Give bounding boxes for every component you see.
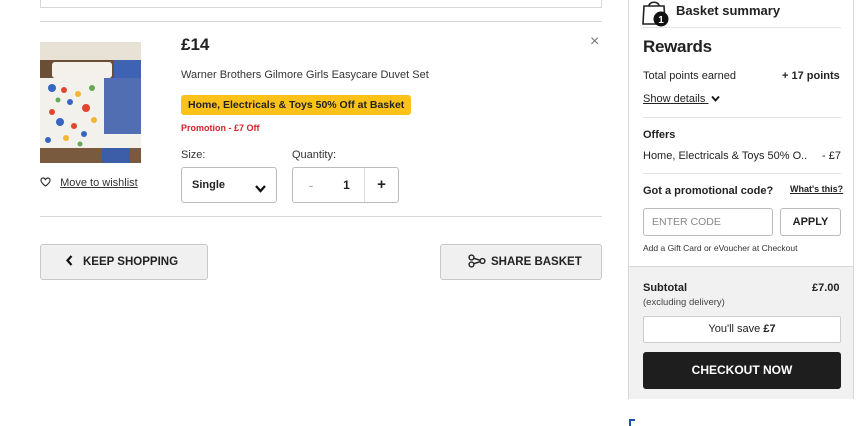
checkout-now-button[interactable]: CHECKOUT NOW xyxy=(643,352,841,389)
subtotal-note: (excluding delivery) xyxy=(643,297,725,308)
show-details-link[interactable]: Show details xyxy=(643,93,721,105)
quantity-label: Quantity: xyxy=(292,149,337,161)
subtotal-label: Subtotal xyxy=(643,282,687,294)
show-details-label: Show details xyxy=(643,93,706,105)
offers-divider xyxy=(643,173,841,174)
share-basket-button[interactable]: SHARE BASKET xyxy=(440,244,602,280)
previous-basket-card xyxy=(40,0,602,8)
promo-code-question: Got a promotional code? xyxy=(643,185,774,197)
item-bottom-divider xyxy=(40,216,602,217)
size-label: Size: xyxy=(181,149,206,161)
heart-icon xyxy=(40,177,54,189)
quantity-stepper: - 1 + xyxy=(292,167,399,203)
apply-button[interactable]: APPLY xyxy=(780,208,841,236)
move-to-wishlist-link[interactable]: Move to wishlist xyxy=(40,177,138,189)
share-basket-label: SHARE BASKET xyxy=(491,256,582,268)
summary-title-divider xyxy=(643,27,841,28)
whats-this-link[interactable]: What's this? xyxy=(790,184,843,194)
basket-bag-icon: 1 xyxy=(641,0,675,33)
chevron-left-icon xyxy=(66,255,73,269)
share-icon xyxy=(468,254,486,271)
promotion-text: Promotion - £7 Off xyxy=(181,123,260,133)
savings-amount: £7 xyxy=(763,323,776,335)
rewards-divider xyxy=(643,117,841,118)
points-value: + 17 points xyxy=(782,70,840,82)
savings-box: You'll save £7 xyxy=(643,316,841,343)
offers-heading: Offers xyxy=(643,129,676,141)
cropped-link-edge xyxy=(629,419,635,426)
remove-item-close-icon[interactable]: × xyxy=(590,33,599,51)
chevron-down-icon xyxy=(708,93,721,105)
offer-value: - £7 xyxy=(822,150,841,162)
product-image[interactable] xyxy=(40,42,141,163)
quantity-increase-button[interactable]: + xyxy=(364,168,398,202)
item-price: £14 xyxy=(181,35,210,54)
quantity-value[interactable]: 1 xyxy=(329,168,364,202)
move-to-wishlist-label: Move to wishlist xyxy=(60,177,138,189)
rewards-heading: Rewards xyxy=(643,37,712,56)
offer-name: Home, Electricals & Toys 50% O... xyxy=(643,150,808,162)
basket-count: 1 xyxy=(658,15,664,26)
points-label: Total points earned xyxy=(643,70,736,82)
gift-card-note: Add a Gift Card or eVoucher at Checkout xyxy=(643,243,798,253)
keep-shopping-button[interactable]: KEEP SHOPPING xyxy=(40,244,208,280)
item-top-divider xyxy=(40,21,602,22)
basket-summary-title: Basket summary xyxy=(676,3,781,18)
product-name[interactable]: Warner Brothers Gilmore Girls Easycare D… xyxy=(181,69,429,81)
size-select[interactable]: Single xyxy=(181,167,277,203)
subtotal-value: £7.00 xyxy=(812,282,840,294)
chevron-down-icon xyxy=(255,180,266,198)
savings-prefix: You'll save xyxy=(708,323,764,335)
promotion-badge: Home, Electricals & Toys 50% Off at Bask… xyxy=(181,95,412,115)
promo-code-input[interactable] xyxy=(643,208,773,236)
size-value: Single xyxy=(192,179,226,191)
quantity-decrease-button[interactable]: - xyxy=(293,168,329,202)
keep-shopping-label: KEEP SHOPPING xyxy=(83,256,179,268)
